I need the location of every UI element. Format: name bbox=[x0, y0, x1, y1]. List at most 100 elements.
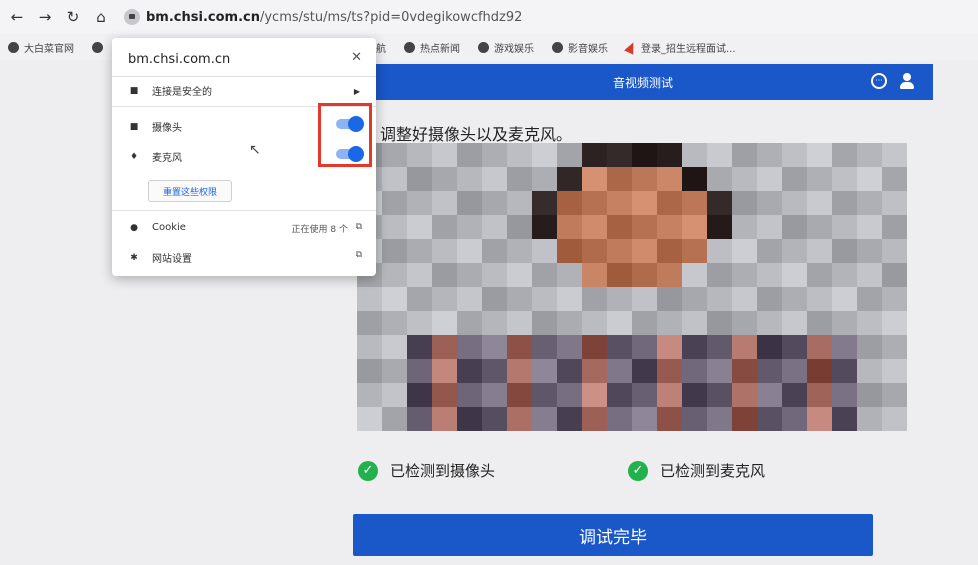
mosaic-pixel bbox=[682, 287, 707, 311]
mosaic-pixel bbox=[482, 263, 507, 287]
mosaic-pixel bbox=[807, 191, 832, 215]
site-settings-row[interactable]: ✱ 网站设置 bbox=[128, 250, 192, 266]
mosaic-pixel bbox=[482, 335, 507, 359]
mosaic-pixel bbox=[707, 359, 732, 383]
mosaic-pixel bbox=[757, 311, 782, 335]
mosaic-pixel bbox=[482, 215, 507, 239]
mosaic-pixel bbox=[607, 335, 632, 359]
mosaic-pixel bbox=[832, 311, 857, 335]
mosaic-pixel bbox=[582, 143, 607, 167]
globe-icon bbox=[404, 41, 415, 53]
mosaic-pixel bbox=[407, 167, 432, 191]
mosaic-pixel bbox=[457, 263, 482, 287]
mosaic-pixel bbox=[782, 311, 807, 335]
bookmark-item[interactable]: 大白菜官网 bbox=[8, 40, 74, 55]
mosaic-pixel bbox=[532, 287, 557, 311]
mosaic-pixel bbox=[682, 407, 707, 431]
close-icon[interactable]: ✕ bbox=[351, 50, 362, 65]
bookmark-item[interactable]: 登录_招生远程面试... bbox=[624, 39, 736, 55]
mosaic-pixel bbox=[457, 359, 482, 383]
mosaic-pixel bbox=[882, 143, 907, 167]
mosaic-pixel bbox=[732, 191, 757, 215]
connection-row[interactable]: ■ 连接是安全的 bbox=[128, 83, 212, 99]
site-info-icon[interactable] bbox=[124, 9, 140, 25]
external-link-icon[interactable]: ⧉ bbox=[356, 250, 362, 260]
mosaic-pixel bbox=[607, 239, 632, 263]
pin-icon bbox=[624, 39, 638, 55]
mosaic-pixel bbox=[357, 407, 382, 431]
external-link-icon[interactable]: ⧉ bbox=[356, 222, 362, 232]
mosaic-pixel bbox=[407, 263, 432, 287]
screen: ← → ↻ ⌂ bm.chsi.com.cn /ycms/stu/ms/ts?p… bbox=[0, 0, 978, 565]
user-icon[interactable] bbox=[899, 73, 915, 89]
mosaic-pixel bbox=[857, 191, 882, 215]
mosaic-pixel bbox=[457, 143, 482, 167]
mosaic-pixel bbox=[507, 311, 532, 335]
mosaic-pixel bbox=[657, 239, 682, 263]
mosaic-pixel bbox=[457, 239, 482, 263]
mosaic-pixel bbox=[657, 335, 682, 359]
bookmark-item[interactable]: 影音娱乐 bbox=[552, 40, 608, 55]
mosaic-pixel bbox=[782, 215, 807, 239]
mosaic-pixel bbox=[557, 215, 582, 239]
mosaic-pixel bbox=[582, 215, 607, 239]
mosaic-pixel bbox=[657, 215, 682, 239]
camera-icon: ■ bbox=[129, 121, 139, 132]
mosaic-pixel bbox=[507, 239, 532, 263]
mosaic-pixel bbox=[607, 167, 632, 191]
mosaic-pixel bbox=[382, 359, 407, 383]
mosaic-pixel bbox=[882, 191, 907, 215]
lock-icon: ■ bbox=[129, 85, 139, 96]
check-icon: ✓ bbox=[358, 460, 378, 481]
globe-icon bbox=[8, 41, 19, 53]
mosaic-pixel bbox=[732, 287, 757, 311]
mosaic-pixel bbox=[707, 215, 732, 239]
home-icon[interactable]: ⌂ bbox=[90, 6, 112, 28]
mosaic-pixel bbox=[507, 167, 532, 191]
mosaic-pixel bbox=[657, 167, 682, 191]
reset-permissions-button[interactable]: 重置这些权限 bbox=[148, 180, 232, 202]
mosaic-pixel bbox=[707, 143, 732, 167]
mosaic-pixel bbox=[657, 311, 682, 335]
mosaic-pixel bbox=[832, 143, 857, 167]
mosaic-pixel bbox=[482, 287, 507, 311]
forward-icon[interactable]: → bbox=[34, 6, 56, 28]
mosaic-pixel bbox=[607, 143, 632, 167]
mosaic-pixel bbox=[832, 239, 857, 263]
mosaic-pixel bbox=[857, 311, 882, 335]
url-field[interactable]: bm.chsi.com.cn /ycms/stu/ms/ts?pid=0vdeg… bbox=[124, 9, 522, 25]
highlight-box bbox=[318, 103, 372, 167]
mosaic-pixel bbox=[707, 239, 732, 263]
mosaic-pixel bbox=[882, 311, 907, 335]
mosaic-pixel bbox=[507, 191, 532, 215]
bookmark-item[interactable]: 游戏娱乐 bbox=[478, 40, 534, 55]
reload-icon[interactable]: ↻ bbox=[62, 6, 84, 28]
back-icon[interactable]: ← bbox=[6, 6, 28, 28]
mosaic-pixel bbox=[532, 239, 557, 263]
mosaic-pixel bbox=[582, 311, 607, 335]
mic-status: ✓ 已检测到麦克风 bbox=[628, 460, 765, 481]
mosaic-pixel bbox=[382, 215, 407, 239]
mosaic-pixel bbox=[632, 191, 657, 215]
chat-icon[interactable]: ··· bbox=[871, 73, 887, 89]
popup-domain: bm.chsi.com.cn bbox=[128, 52, 231, 67]
mosaic-pixel bbox=[857, 215, 882, 239]
mosaic-pixel bbox=[782, 263, 807, 287]
mosaic-pixel bbox=[482, 167, 507, 191]
mosaic-pixel bbox=[407, 383, 432, 407]
mosaic-pixel bbox=[707, 335, 732, 359]
mosaic-pixel bbox=[457, 311, 482, 335]
done-button[interactable]: 调试完毕 bbox=[353, 514, 873, 556]
mosaic-pixel bbox=[782, 335, 807, 359]
mosaic-pixel bbox=[382, 335, 407, 359]
mosaic-pixel bbox=[357, 311, 382, 335]
mosaic-pixel bbox=[507, 359, 532, 383]
bookmark-item[interactable]: 热点新闻 bbox=[404, 40, 460, 55]
mosaic-pixel bbox=[432, 359, 457, 383]
bookmark-item[interactable] bbox=[92, 41, 108, 53]
mosaic-pixel bbox=[557, 383, 582, 407]
mosaic-pixel bbox=[732, 311, 757, 335]
cookie-row[interactable]: ● Cookie bbox=[128, 222, 186, 233]
mosaic-pixel bbox=[432, 263, 457, 287]
mosaic-pixel bbox=[382, 191, 407, 215]
